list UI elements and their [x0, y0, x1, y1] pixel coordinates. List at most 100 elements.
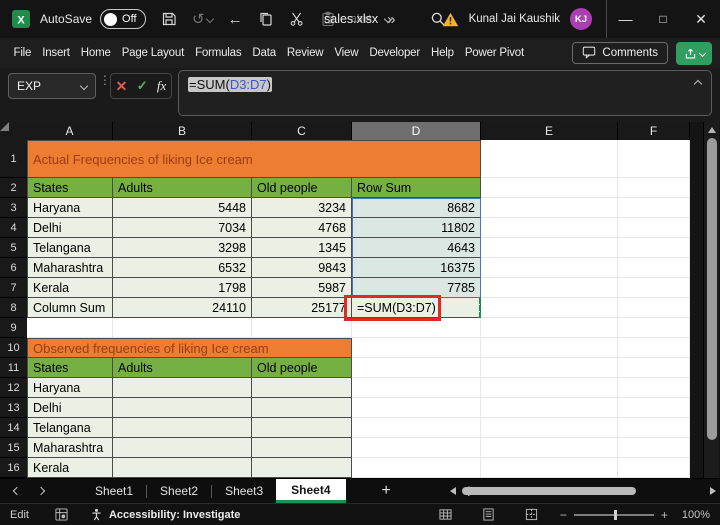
- accessibility-status[interactable]: Accessibility: Investigate: [109, 509, 240, 521]
- cell-E13[interactable]: [481, 398, 618, 418]
- page-layout-view-icon[interactable]: [482, 508, 495, 521]
- cell-D4[interactable]: 11802: [352, 218, 481, 238]
- row-header-16[interactable]: 16: [0, 458, 27, 478]
- row-header-14[interactable]: 14: [0, 418, 27, 438]
- cell-B6[interactable]: 6532: [113, 258, 252, 278]
- cell-A6[interactable]: Maharashtra: [27, 258, 113, 278]
- cell-A8[interactable]: Column Sum: [27, 298, 113, 318]
- cell-C15[interactable]: [252, 438, 352, 458]
- sheet-tab-sheet4[interactable]: Sheet4: [276, 479, 345, 503]
- cell-A9[interactable]: [27, 318, 113, 338]
- sheet-tab-sheet3[interactable]: Sheet3: [212, 479, 276, 503]
- cell-E14[interactable]: [481, 418, 618, 438]
- row-header-2[interactable]: 2: [0, 178, 27, 198]
- normal-view-icon[interactable]: [439, 508, 452, 521]
- cell-A1[interactable]: Actual Frequencies of liking Ice cream: [27, 140, 481, 178]
- cell-B16[interactable]: [113, 458, 252, 478]
- cell-B13[interactable]: [113, 398, 252, 418]
- accessibility-icon[interactable]: [90, 508, 103, 521]
- tab-view[interactable]: View: [329, 38, 364, 68]
- cell-E5[interactable]: [481, 238, 618, 258]
- previous-sheet-icon[interactable]: [13, 487, 21, 495]
- horizontal-scrollbar[interactable]: [450, 482, 716, 500]
- row-header-9[interactable]: 9: [0, 318, 27, 338]
- cell-B2[interactable]: Adults: [113, 178, 252, 198]
- tab-file[interactable]: File: [8, 38, 37, 68]
- cell-B5[interactable]: 3298: [113, 238, 252, 258]
- cell-A3[interactable]: Haryana: [27, 198, 113, 218]
- cell-F12[interactable]: [618, 378, 690, 398]
- cell-A12[interactable]: Haryana: [27, 378, 113, 398]
- cell-C3[interactable]: 3234: [252, 198, 352, 218]
- row-header-13[interactable]: 13: [0, 398, 27, 418]
- undo-icon[interactable]: ↺: [192, 12, 213, 27]
- cell-E9[interactable]: [481, 318, 618, 338]
- collapse-formula-bar-icon[interactable]: [694, 80, 702, 88]
- cell-E12[interactable]: [481, 378, 618, 398]
- tab-help[interactable]: Help: [425, 38, 459, 68]
- row-header-8[interactable]: 8: [0, 298, 27, 318]
- cell-F11[interactable]: [618, 358, 690, 378]
- cell-C16[interactable]: [252, 458, 352, 478]
- cell-A16[interactable]: Kerala: [27, 458, 113, 478]
- name-box[interactable]: EXP: [8, 73, 96, 99]
- cell-E8[interactable]: [481, 298, 618, 318]
- column-header-A[interactable]: A: [27, 122, 113, 140]
- cell-F5[interactable]: [618, 238, 690, 258]
- cell-E15[interactable]: [481, 438, 618, 458]
- row-header-5[interactable]: 5: [0, 238, 27, 258]
- cell-B12[interactable]: [113, 378, 252, 398]
- column-header-C[interactable]: C: [252, 122, 352, 140]
- cell-C12[interactable]: [252, 378, 352, 398]
- cell-C2[interactable]: Old people: [252, 178, 352, 198]
- sheet-tab-sheet1[interactable]: Sheet1: [82, 479, 146, 503]
- column-header-E[interactable]: E: [481, 122, 618, 140]
- page-break-view-icon[interactable]: [525, 508, 538, 521]
- cell-B15[interactable]: [113, 438, 252, 458]
- cell-A4[interactable]: Delhi: [27, 218, 113, 238]
- horizontal-scrollbar-thumb[interactable]: [462, 487, 636, 495]
- scroll-right-icon[interactable]: [710, 487, 716, 495]
- cell-E1[interactable]: [481, 140, 618, 178]
- cell-F6[interactable]: [618, 258, 690, 278]
- cell-A5[interactable]: Telangana: [27, 238, 113, 258]
- tab-power-pivot[interactable]: Power Pivot: [459, 38, 529, 68]
- zoom-in-button[interactable]: +: [661, 508, 668, 522]
- row-header-4[interactable]: 4: [0, 218, 27, 238]
- maximize-button[interactable]: □: [644, 0, 682, 38]
- tab-home[interactable]: Home: [75, 38, 116, 68]
- cut-icon[interactable]: [289, 11, 305, 27]
- cell-D3[interactable]: 8682: [352, 198, 481, 218]
- cell-B11[interactable]: Adults: [113, 358, 252, 378]
- cancel-icon[interactable]: ✕: [116, 78, 128, 95]
- comments-button[interactable]: Comments: [572, 42, 668, 64]
- back-arrow-icon[interactable]: ←: [228, 12, 243, 27]
- cell-C13[interactable]: [252, 398, 352, 418]
- cell-D14[interactable]: [352, 418, 481, 438]
- cell-B7[interactable]: 1798: [113, 278, 252, 298]
- column-header-D[interactable]: D: [352, 122, 481, 140]
- cell-B4[interactable]: 7034: [113, 218, 252, 238]
- cell-D7[interactable]: 7785: [352, 278, 481, 298]
- cell-F15[interactable]: [618, 438, 690, 458]
- cell-D12[interactable]: [352, 378, 481, 398]
- cell-D16[interactable]: [352, 458, 481, 478]
- cell-B3[interactable]: 5448: [113, 198, 252, 218]
- cell-C6[interactable]: 9843: [252, 258, 352, 278]
- column-header-B[interactable]: B: [113, 122, 252, 140]
- scroll-left-icon[interactable]: [450, 487, 456, 495]
- tab-page-layout[interactable]: Page Layout: [116, 38, 189, 68]
- cell-D13[interactable]: [352, 398, 481, 418]
- formula-input[interactable]: =SUM(D3:D7): [178, 70, 712, 116]
- cell-B9[interactable]: [113, 318, 252, 338]
- cell-F10[interactable]: [618, 338, 690, 358]
- warning-icon[interactable]: [442, 12, 459, 27]
- undo-dropdown-icon[interactable]: [205, 15, 213, 23]
- sheet-tab-sheet2[interactable]: Sheet2: [147, 479, 211, 503]
- cell-C9[interactable]: [252, 318, 352, 338]
- cell-E6[interactable]: [481, 258, 618, 278]
- row-header-3[interactable]: 3: [0, 198, 27, 218]
- next-sheet-icon[interactable]: [37, 487, 45, 495]
- zoom-out-button[interactable]: −: [560, 508, 567, 522]
- cell-D6[interactable]: 16375: [352, 258, 481, 278]
